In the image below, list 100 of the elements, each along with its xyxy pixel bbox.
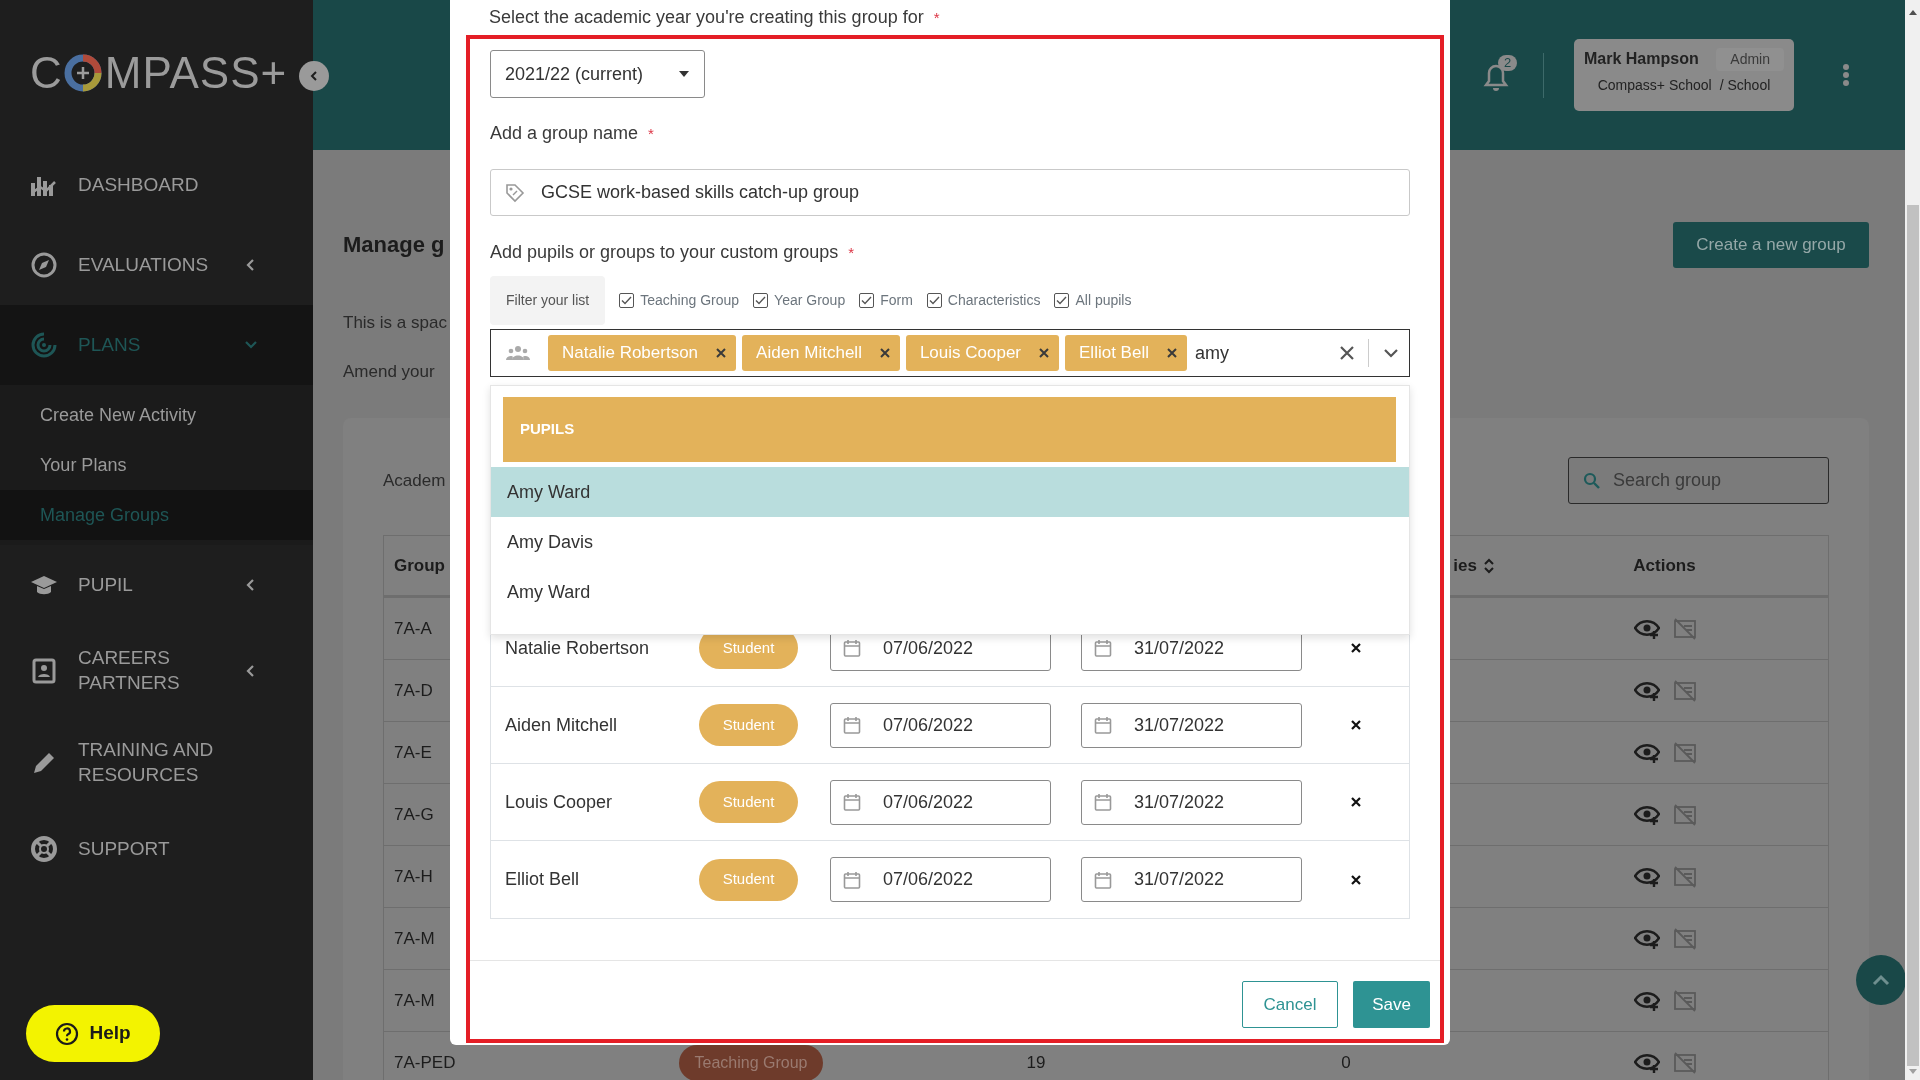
field-label: Select the academic year you're creating this group for [489,7,924,27]
remove-icon[interactable] [1039,348,1050,358]
check-icon [621,296,633,305]
calendar-icon [1094,639,1112,657]
remove-icon[interactable] [1350,720,1361,730]
intro-text: Amend your [343,361,436,383]
dropdown-option[interactable]: Amy Ward [491,467,1409,517]
id-card-icon [30,657,58,685]
eye-plus-icon[interactable] [1633,617,1660,640]
check-icon [755,296,767,305]
eye-plus-icon[interactable] [1633,741,1660,764]
sort-icon[interactable] [1483,556,1495,575]
group-code: 7A-M [394,928,435,948]
pupil-name: Elliot Bell [504,869,580,889]
nav-item[interactable]: DASHBOARD [0,145,313,225]
question-circle-icon [55,1021,80,1046]
logo-text: MPASS+ [104,46,288,99]
group-code: 7A-A [394,618,432,638]
checkbox[interactable] [753,293,769,308]
submenu-item[interactable]: Your Plans [0,440,313,490]
group-code: 7A-G [394,804,434,824]
checkbox[interactable] [619,293,635,308]
create-group-button[interactable]: Create a new group [1673,222,1869,268]
kebab-menu-icon[interactable] [1842,63,1850,87]
remove-icon[interactable] [1350,797,1361,807]
start-date-field[interactable]: 07/06/2022 [830,779,1051,825]
group-name-field[interactable]: GCSE work-based skills catch-up group [490,169,1410,216]
calendar-icon [843,716,861,734]
eye-plus-icon[interactable] [1633,1051,1660,1074]
pupil-name: Louis Cooper [504,791,613,812]
chevron-down-icon[interactable] [1383,348,1399,358]
column-header: Actions [1633,554,1696,577]
chevron-up-icon [1872,974,1890,986]
end-date-field[interactable]: 31/07/2022 [1081,857,1302,902]
search-query: amy [1194,341,1229,365]
field-label: Add pupils or groups to your custom groups [490,242,839,262]
start-date-field[interactable]: 07/06/2022 [830,702,1051,748]
page-title: Manage g [343,231,445,259]
eye-plus-icon[interactable] [1633,927,1660,950]
required-mark: * [933,9,940,26]
remove-icon[interactable] [1350,874,1361,885]
required-mark: * [848,244,855,261]
logo-text: C [30,46,63,99]
dropdown-group-header: PUPILS [503,397,1396,462]
start-date-field[interactable]: 07/06/2022 [830,857,1051,902]
collapse-button[interactable] [299,61,329,91]
checkbox[interactable] [859,293,875,308]
year-dropdown[interactable]: 2021/22 (current) [490,50,705,98]
role-tag: Student [699,858,798,901]
save-button[interactable]: Save [1353,981,1430,1028]
submenu-item[interactable]: Create New Activity [0,390,313,440]
checkbox-label: All pupils [1075,291,1132,310]
end-date-field[interactable]: 31/07/2022 [1081,702,1302,748]
group-code: 7A-H [394,866,433,886]
eye-plus-icon[interactable] [1633,865,1660,888]
group-code: 7A-E [394,742,432,762]
column-header: Group [394,555,445,575]
end-date-field[interactable]: 31/07/2022 [1081,779,1302,825]
eye-plus-icon[interactable] [1633,679,1660,702]
dropdown-option[interactable]: Amy Ward [491,567,1409,617]
checkbox[interactable] [1054,293,1070,308]
remove-icon[interactable] [716,348,727,358]
nav-item[interactable]: CAREERS PARTNERS [0,625,313,717]
eye-plus-icon[interactable] [1633,803,1660,826]
remove-icon[interactable] [1350,643,1361,653]
check-icon [1056,296,1068,305]
table-cell-text: 0 [1341,1051,1351,1074]
clear-icon[interactable] [1340,346,1354,360]
calendar-icon [843,870,861,889]
people-icon [506,345,530,361]
filter-chip: Filter your list [490,276,606,325]
caret-icon [678,70,690,78]
check-icon [928,296,940,305]
calendar-icon [1094,870,1112,889]
remove-icon[interactable] [1166,348,1177,358]
group-code: 7A-M [394,990,435,1010]
role-tag: Student [699,704,798,746]
arrow-up-icon [1907,8,1918,16]
pupil-select-field[interactable]: Natalie Robertson Aiden Mitchell Louis Cooper Elliot Bell amy [490,329,1410,377]
nav-item[interactable]: EVALUATIONS [0,225,313,305]
cancel-button[interactable]: Cancel [1242,981,1338,1028]
chevron-left-icon [308,70,320,82]
dropdown-option[interactable]: Amy Davis [491,517,1409,567]
user-card[interactable]: Mark Hampson Admin Compass+ School / School [1574,39,1794,111]
eye-plus-icon[interactable] [1633,989,1660,1012]
notification-count: 2 [1498,55,1518,71]
checkbox-label: Teaching Group [640,291,740,310]
nav-item[interactable]: SUPPORT [0,809,313,889]
remove-icon[interactable] [879,348,890,358]
target-icon [30,331,58,359]
pupil-name: Natalie Robertson [504,637,650,658]
scrollbar[interactable] [1905,0,1920,1080]
search-field[interactable]: Search group [1568,457,1829,504]
tag-label: Aiden Mitchell [756,342,862,365]
field-label: Add a group name [490,123,639,143]
nav-item[interactable]: PUPIL [0,545,313,625]
checkbox[interactable] [926,293,942,308]
tag-icon [505,182,525,203]
nav-item[interactable]: TRAINING AND RESOURCES [0,717,313,809]
help-button[interactable]: Help [26,1005,160,1062]
